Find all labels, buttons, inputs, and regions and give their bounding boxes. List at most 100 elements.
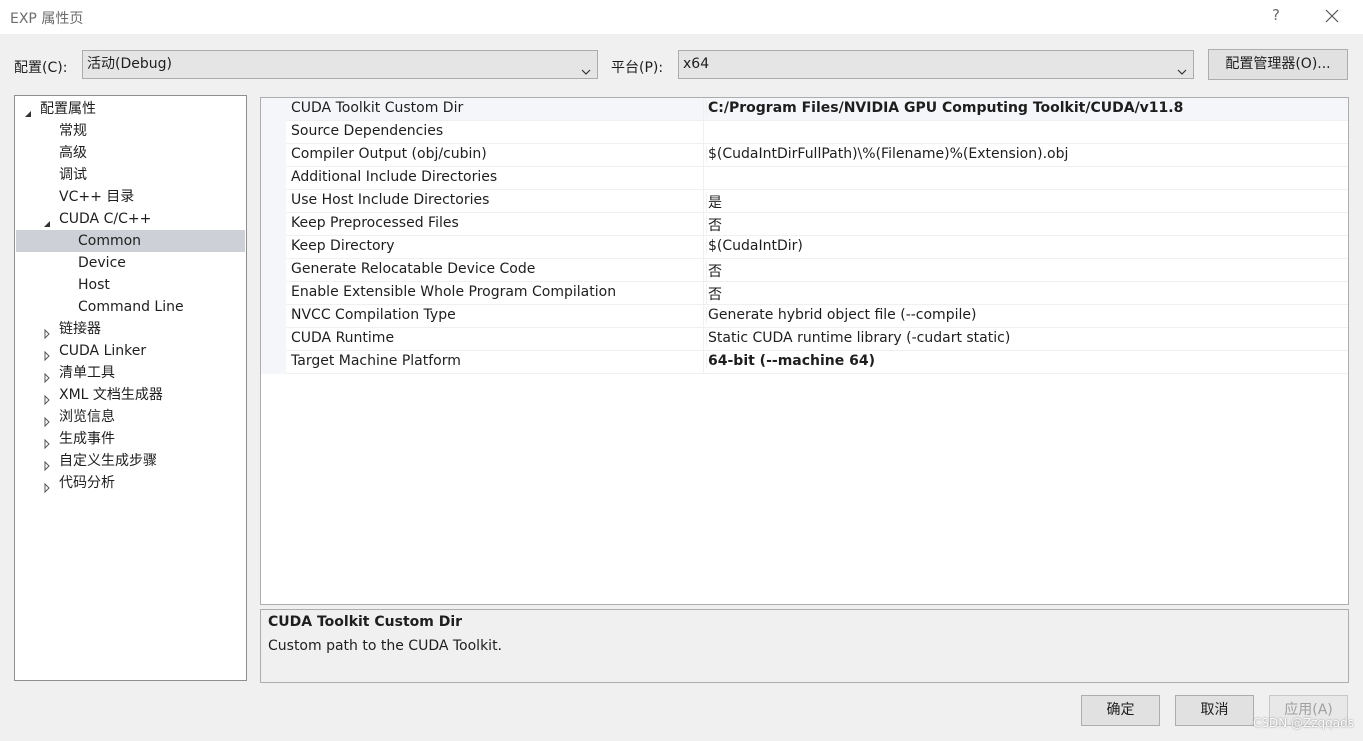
property-name: Source Dependencies bbox=[291, 123, 444, 139]
property-row-nvcc-compilation-type[interactable]: NVCC Compilation Type Generate hybrid ob… bbox=[286, 305, 1348, 328]
property-value[interactable]: C:/Program Files/NVIDIA GPU Computing To… bbox=[706, 100, 1183, 116]
property-row-generate-relocatable-device-code[interactable]: Generate Relocatable Device Code 否 bbox=[286, 259, 1348, 282]
platform-dropdown[interactable]: x64 bbox=[678, 50, 1194, 79]
tree-item-browse-info[interactable]: 浏览信息 bbox=[15, 406, 246, 428]
tree-item-vc-directories[interactable]: VC++ 目录 bbox=[15, 186, 246, 208]
config-manager-button[interactable]: 配置管理器(O)... bbox=[1208, 49, 1348, 80]
property-name: Enable Extensible Whole Program Compilat… bbox=[291, 284, 617, 300]
collapsed-triangle-icon[interactable] bbox=[42, 390, 52, 406]
platform-value: x64 bbox=[683, 56, 710, 72]
description-title: CUDA Toolkit Custom Dir bbox=[268, 614, 463, 630]
close-icon[interactable] bbox=[1322, 6, 1342, 26]
collapsed-triangle-icon[interactable] bbox=[42, 346, 52, 362]
cancel-button[interactable]: 取消 bbox=[1175, 695, 1254, 726]
property-name: Use Host Include Directories bbox=[291, 192, 490, 208]
tree-item-xml-doc-generator[interactable]: XML 文档生成器 bbox=[15, 384, 246, 406]
tree-item-label: XML 文档生成器 bbox=[59, 387, 163, 403]
property-value[interactable]: Generate hybrid object file (--compile) bbox=[706, 307, 976, 323]
tree-item-label: 配置属性 bbox=[40, 101, 96, 117]
window-title: EXP 属性页 bbox=[10, 11, 84, 27]
tree-item-cuda-cpp[interactable]: CUDA C/C++ bbox=[15, 208, 246, 230]
tree-item-cuda-linker[interactable]: CUDA Linker bbox=[15, 340, 246, 362]
tree-item-code-analysis[interactable]: 代码分析 bbox=[15, 472, 246, 494]
property-value[interactable]: $(CudaIntDirFullPath)\%(Filename)%(Exten… bbox=[706, 146, 1068, 162]
property-name: Keep Directory bbox=[291, 238, 395, 254]
property-value[interactable]: 否 bbox=[706, 284, 722, 304]
expanded-triangle-icon[interactable] bbox=[23, 104, 33, 117]
tree-item-host[interactable]: Host bbox=[15, 274, 246, 296]
property-grid: CUDA Toolkit Custom Dir C:/Program Files… bbox=[260, 97, 1349, 605]
property-row-compiler-output[interactable]: Compiler Output (obj/cubin) $(CudaIntDir… bbox=[286, 144, 1348, 167]
config-label: 配置(C): bbox=[14, 60, 68, 76]
ok-button[interactable]: 确定 bbox=[1081, 695, 1160, 726]
chevron-down-icon bbox=[1177, 60, 1187, 75]
property-value[interactable]: 是 bbox=[706, 192, 722, 212]
property-row-keep-directory[interactable]: Keep Directory $(CudaIntDir) bbox=[286, 236, 1348, 259]
property-name: Target Machine Platform bbox=[291, 353, 461, 369]
watermark: CSDN @Zzqqads bbox=[1253, 716, 1355, 730]
tree-item-label: Common bbox=[78, 233, 142, 249]
property-name: NVCC Compilation Type bbox=[291, 307, 456, 323]
tree-item-label: 调试 bbox=[59, 167, 87, 183]
property-value[interactable]: 64-bit (--machine 64) bbox=[706, 353, 875, 369]
tree-item-config-properties[interactable]: 配置属性 bbox=[15, 98, 246, 120]
tree-item-label: 高级 bbox=[59, 145, 87, 161]
chevron-down-icon bbox=[581, 60, 591, 75]
config-value: 活动(Debug) bbox=[87, 56, 172, 72]
tree-item-advanced[interactable]: 高级 bbox=[15, 142, 246, 164]
tree-item-debugging[interactable]: 调试 bbox=[15, 164, 246, 186]
tree-item-common[interactable]: Common bbox=[16, 230, 245, 252]
tree-item-label: VC++ 目录 bbox=[59, 189, 135, 205]
property-value[interactable]: 否 bbox=[706, 215, 722, 235]
property-row-target-machine-platform[interactable]: Target Machine Platform 64-bit (--machin… bbox=[286, 351, 1348, 374]
property-row-source-dependencies[interactable]: Source Dependencies bbox=[286, 121, 1348, 144]
tree-item-command-line[interactable]: Command Line bbox=[15, 296, 246, 318]
property-row-enable-extensible-whole-program-compilation[interactable]: Enable Extensible Whole Program Compilat… bbox=[286, 282, 1348, 305]
description-text: Custom path to the CUDA Toolkit. bbox=[268, 638, 503, 654]
tree-item-label: 代码分析 bbox=[59, 475, 115, 491]
property-name: Generate Relocatable Device Code bbox=[291, 261, 536, 277]
tree-item-label: 常规 bbox=[59, 123, 87, 139]
tree-item-label: 链接器 bbox=[59, 321, 101, 337]
property-value[interactable]: 否 bbox=[706, 261, 722, 281]
expanded-triangle-icon[interactable] bbox=[42, 214, 52, 227]
tree-item-label: Command Line bbox=[78, 299, 184, 315]
tree-item-label: CUDA C/C++ bbox=[59, 211, 152, 227]
property-name: Compiler Output (obj/cubin) bbox=[291, 146, 487, 162]
property-value[interactable]: $(CudaIntDir) bbox=[706, 238, 803, 254]
tree-item-build-events[interactable]: 生成事件 bbox=[15, 428, 246, 450]
property-name: Keep Preprocessed Files bbox=[291, 215, 459, 231]
tree-item-manifest-tool[interactable]: 清单工具 bbox=[15, 362, 246, 384]
help-button[interactable]: ? bbox=[1268, 6, 1284, 26]
tree-item-label: 自定义生成步骤 bbox=[59, 453, 157, 469]
property-name: CUDA Toolkit Custom Dir bbox=[291, 100, 464, 116]
property-name: CUDA Runtime bbox=[291, 330, 395, 346]
platform-label: 平台(P): bbox=[611, 60, 664, 76]
property-value[interactable]: Static CUDA runtime library (-cudart sta… bbox=[706, 330, 1010, 346]
grid-gutter bbox=[261, 98, 286, 374]
tree-item-label: Device bbox=[78, 255, 126, 271]
collapsed-triangle-icon[interactable] bbox=[42, 434, 52, 450]
collapsed-triangle-icon[interactable] bbox=[42, 368, 52, 384]
property-name: Additional Include Directories bbox=[291, 169, 498, 185]
collapsed-triangle-icon[interactable] bbox=[42, 456, 52, 472]
property-tree: 配置属性 常规 高级 调试 VC++ 目录 CUDA C/C++ Common … bbox=[14, 95, 247, 681]
property-row-cuda-runtime[interactable]: CUDA Runtime Static CUDA runtime library… bbox=[286, 328, 1348, 351]
property-row-use-host-include-directories[interactable]: Use Host Include Directories 是 bbox=[286, 190, 1348, 213]
collapsed-triangle-icon[interactable] bbox=[42, 412, 52, 428]
description-panel: CUDA Toolkit Custom Dir Custom path to t… bbox=[260, 609, 1349, 683]
tree-item-label: CUDA Linker bbox=[59, 343, 147, 359]
tree-item-device[interactable]: Device bbox=[15, 252, 246, 274]
collapsed-triangle-icon[interactable] bbox=[42, 324, 52, 340]
tree-item-label: 浏览信息 bbox=[59, 409, 115, 425]
tree-item-general[interactable]: 常规 bbox=[15, 120, 246, 142]
config-dropdown[interactable]: 活动(Debug) bbox=[82, 50, 598, 79]
tree-item-custom-build-step[interactable]: 自定义生成步骤 bbox=[15, 450, 246, 472]
property-row-cuda-toolkit-custom-dir[interactable]: CUDA Toolkit Custom Dir C:/Program Files… bbox=[286, 98, 1348, 121]
collapsed-triangle-icon[interactable] bbox=[42, 478, 52, 494]
property-row-keep-preprocessed-files[interactable]: Keep Preprocessed Files 否 bbox=[286, 213, 1348, 236]
tree-item-label: 清单工具 bbox=[59, 365, 115, 381]
tree-item-linker[interactable]: 链接器 bbox=[15, 318, 246, 340]
tree-item-label: Host bbox=[78, 277, 110, 293]
property-row-additional-include-directories[interactable]: Additional Include Directories bbox=[286, 167, 1348, 190]
